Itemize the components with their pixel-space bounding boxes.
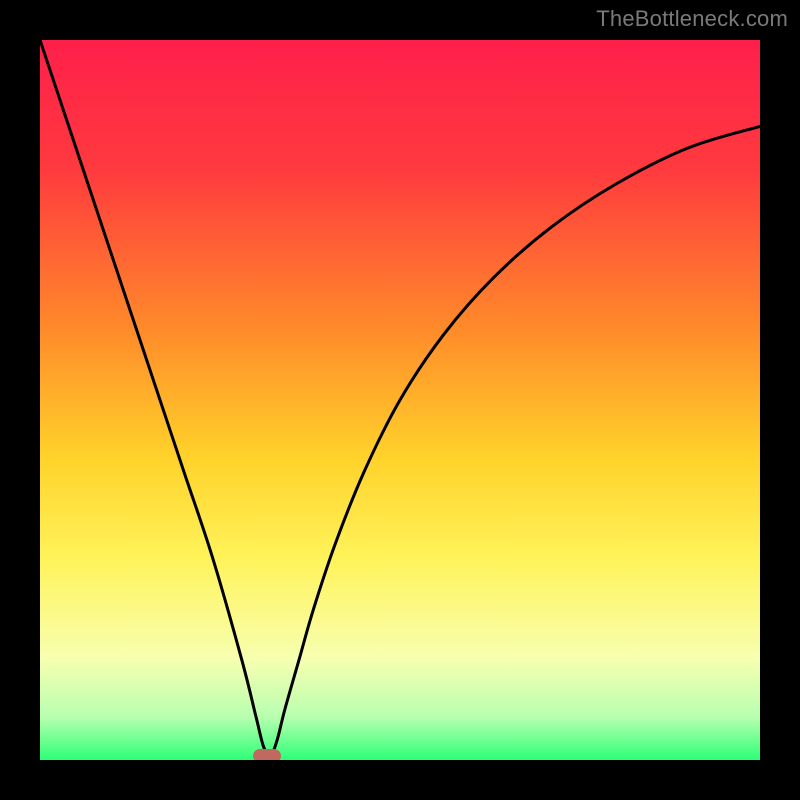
curve-right-branch (270, 126, 760, 760)
minimum-marker (253, 749, 281, 760)
plot-area (40, 40, 760, 760)
curve-left-branch (40, 40, 270, 760)
curve-layer (40, 40, 760, 760)
chart-frame: TheBottleneck.com (0, 0, 800, 800)
watermark-text: TheBottleneck.com (596, 6, 788, 32)
